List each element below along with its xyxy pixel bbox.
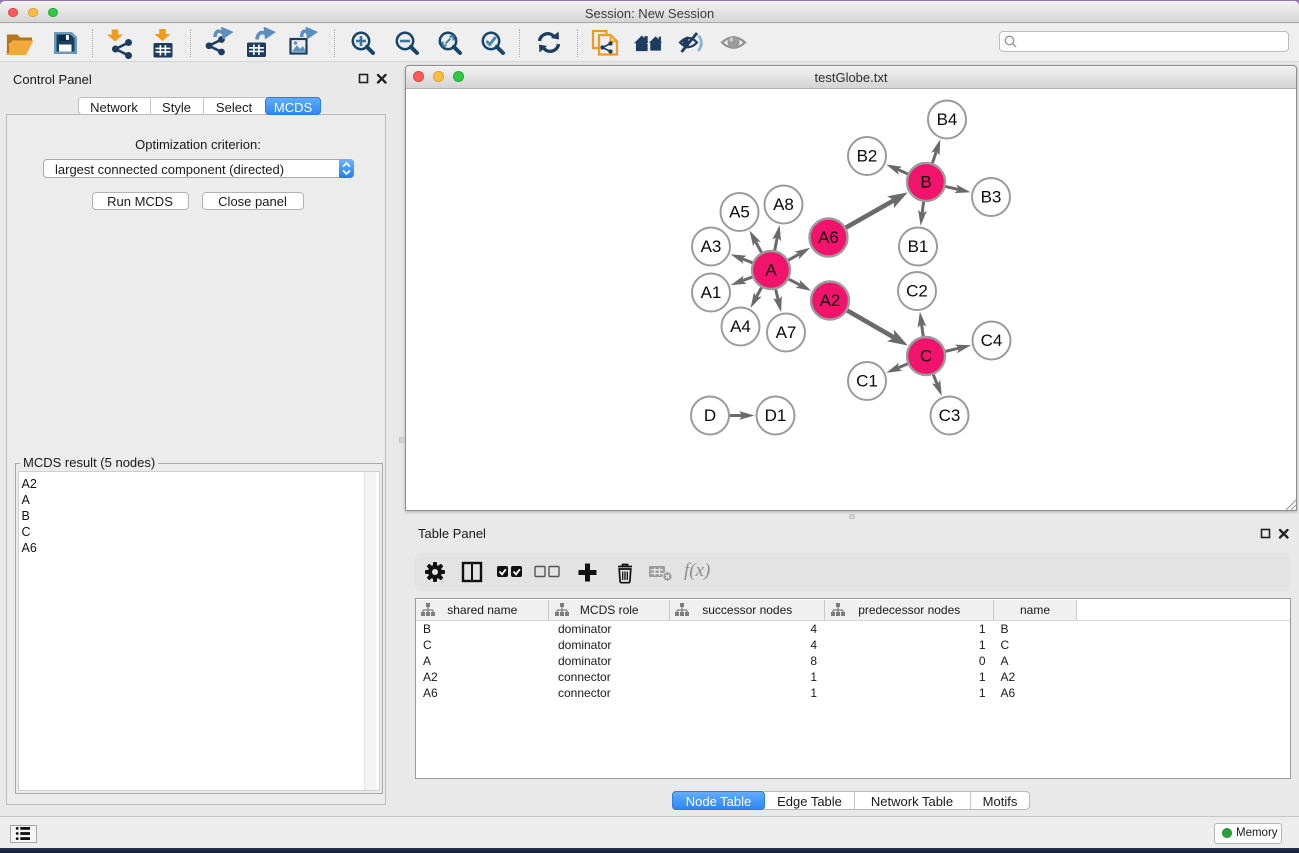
svg-text:D: D — [704, 406, 716, 425]
svg-text:A: A — [765, 261, 777, 280]
svg-text:A6: A6 — [818, 228, 839, 247]
svg-text:C2: C2 — [906, 282, 928, 301]
svg-text:D1: D1 — [765, 406, 787, 425]
svg-text:A8: A8 — [773, 195, 794, 214]
svg-text:A1: A1 — [701, 283, 722, 302]
svg-text:B1: B1 — [908, 237, 929, 256]
svg-text:C1: C1 — [856, 372, 878, 391]
svg-text:B: B — [920, 173, 931, 192]
svg-text:B3: B3 — [981, 188, 1002, 207]
svg-text:A3: A3 — [701, 237, 722, 256]
svg-text:B4: B4 — [937, 110, 958, 129]
svg-text:C: C — [920, 347, 932, 366]
svg-text:C4: C4 — [981, 331, 1003, 350]
svg-text:C3: C3 — [939, 406, 961, 425]
svg-text:A7: A7 — [776, 323, 797, 342]
svg-text:B2: B2 — [857, 147, 878, 166]
svg-text:A2: A2 — [820, 291, 841, 310]
svg-text:A4: A4 — [730, 317, 751, 336]
svg-text:A5: A5 — [729, 203, 750, 222]
